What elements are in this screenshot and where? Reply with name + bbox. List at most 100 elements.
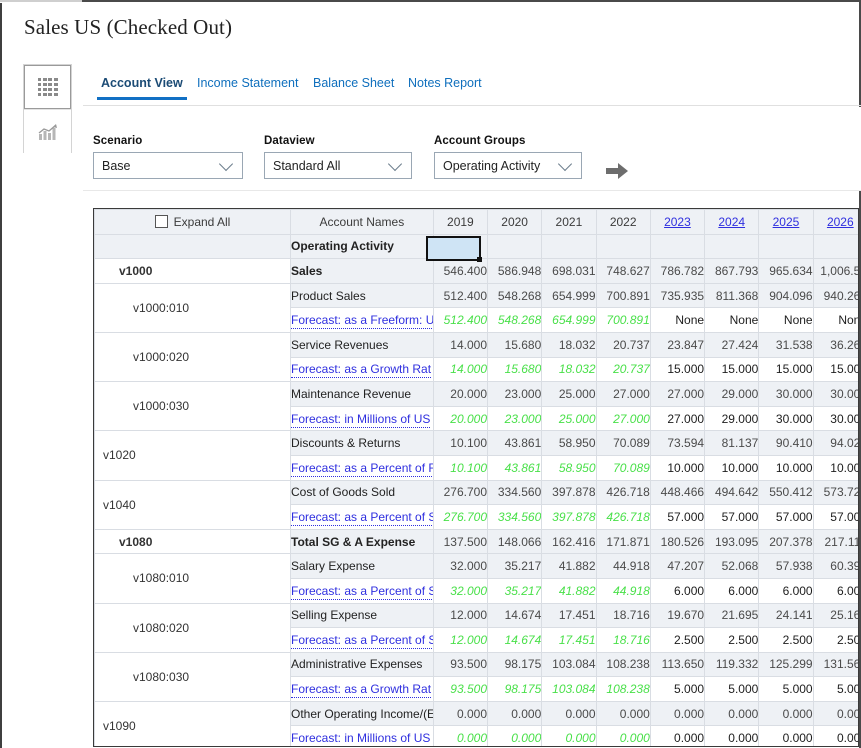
cell-2023[interactable]: 0.000 [649, 700, 706, 727]
year-header-2019[interactable]: 2019 [432, 209, 489, 235]
forecast-cell-2019[interactable]: 12.000 [432, 627, 489, 653]
cell-2020[interactable] [486, 233, 543, 260]
cell-2026[interactable] [812, 233, 858, 260]
forecast-cell-2025[interactable]: 5.000 [758, 676, 814, 702]
cell-2021[interactable]: 18.032 [541, 331, 597, 358]
forecast-cell-2025[interactable]: 6.000 [758, 577, 814, 604]
forecast-cell-2020[interactable]: 43.861 [486, 454, 543, 481]
cell-2021[interactable]: 0.000 [541, 700, 597, 727]
forecast-cell-2020[interactable]: 35.217 [486, 577, 543, 604]
cell-2021[interactable]: 25.000 [541, 381, 597, 407]
cell-2023[interactable]: 27.000 [649, 381, 706, 407]
forecast-method-link[interactable]: Forecast: as a Freeform: U [291, 313, 433, 330]
forecast-cell-2026[interactable]: None [812, 307, 858, 333]
cell-2022[interactable]: 700.891 [595, 282, 651, 309]
cell-2020[interactable]: 23.000 [486, 381, 543, 407]
cell-2024[interactable]: 867.793 [704, 258, 760, 284]
cell-2020[interactable]: 334.560 [486, 479, 543, 506]
cell-2021[interactable]: 654.999 [541, 282, 597, 309]
forecast-cell-2026[interactable]: 57.000 [812, 504, 858, 530]
cell-2021[interactable]: 17.451 [541, 602, 597, 629]
cell-2019[interactable]: 12.000 [432, 602, 489, 629]
forecast-cell-2021[interactable]: 397.878 [541, 504, 597, 530]
forecast-cell-2022[interactable]: 0.000 [595, 725, 651, 746]
forecast-cell-2023[interactable]: 15.000 [649, 356, 706, 383]
cell-2021[interactable]: 58.950 [541, 430, 597, 456]
cell-2025[interactable]: 31.538 [758, 331, 814, 358]
cell-2025[interactable]: 57.938 [758, 553, 814, 579]
forecast-cell-2020[interactable]: 0.000 [486, 725, 543, 746]
cell-2019[interactable]: 512.400 [432, 282, 489, 309]
cell-2019[interactable]: 14.000 [432, 331, 489, 358]
cell-2021[interactable]: 162.416 [541, 528, 597, 555]
forecast-cell-2025[interactable]: 57.000 [758, 504, 814, 530]
cell-2023[interactable]: 19.670 [649, 602, 706, 629]
account-names-header[interactable]: Account Names [290, 209, 434, 235]
forecast-method-link[interactable]: Forecast: as a Percent of S [291, 509, 433, 526]
scenario-dropdown[interactable]: Base [93, 152, 243, 179]
forecast-method-link[interactable]: Forecast: as a Growth Rat [291, 682, 432, 699]
forecast-method-link[interactable]: Forecast: in Millions of US [291, 731, 431, 746]
cell-2020[interactable]: 548.268 [486, 282, 543, 309]
cell-2022[interactable]: 0.000 [595, 700, 651, 727]
cell-2025[interactable]: 207.378 [758, 528, 814, 555]
forecast-cell-2023[interactable]: 6.000 [649, 577, 706, 604]
forecast-cell-2024[interactable]: 10.000 [704, 454, 760, 481]
table-row[interactable]: v1000 Sales 546.400 586.948 698.031 748.627 78… [94, 258, 858, 284]
forecast-cell-2019[interactable]: 0.000 [432, 725, 489, 746]
forecast-method-cell[interactable]: Forecast: as a Percent of S [290, 627, 434, 653]
forecast-cell-2024[interactable]: 2.500 [704, 627, 760, 653]
cell-2026[interactable]: 217.119 [812, 528, 858, 555]
cell-2020[interactable]: 35.217 [486, 553, 543, 579]
forecast-method-link[interactable]: Forecast: in Millions of US [291, 411, 431, 428]
cell-2019[interactable]: 20.000 [432, 381, 489, 407]
forecast-cell-2024[interactable]: 0.000 [704, 725, 760, 746]
cell-2026[interactable]: 36.269 [812, 331, 858, 358]
forecast-method-link[interactable]: Forecast: as a Percent of S [291, 632, 433, 649]
cell-2023[interactable]: 73.594 [649, 430, 706, 456]
apply-button[interactable] [606, 162, 630, 183]
cell-2024[interactable]: 119.332 [704, 651, 760, 678]
cell-2022[interactable]: 20.737 [595, 331, 651, 358]
cell-2024[interactable]: 193.095 [704, 528, 760, 555]
forecast-cell-2019[interactable]: 512.400 [432, 307, 489, 333]
cell-2021[interactable]: 103.084 [541, 651, 597, 678]
cell-2023[interactable]: 113.650 [649, 651, 706, 678]
forecast-cell-2019[interactable]: 276.700 [432, 504, 489, 530]
cell-2024[interactable]: 29.000 [704, 381, 760, 407]
forecast-cell-2026[interactable]: 30.000 [812, 405, 858, 432]
cell-2023[interactable]: 735.935 [649, 282, 706, 309]
forecast-cell-2022[interactable]: 27.000 [595, 405, 651, 432]
cell-2026[interactable]: 0.000 [812, 700, 858, 727]
cell-2019[interactable]: 137.500 [432, 528, 489, 555]
forecast-cell-2024[interactable]: 5.000 [704, 676, 760, 702]
cell-2022[interactable]: 27.000 [595, 381, 651, 407]
table-row[interactable]: v1020 Discounts & Returns 10.100 43.861 58.9… [94, 430, 858, 481]
forecast-cell-2026[interactable]: 2.500 [812, 627, 858, 653]
cell-2025[interactable]: 904.096 [758, 282, 814, 309]
table-row[interactable]: v1000:030 Maintenance Revenue 20.000 23.000… [94, 381, 858, 432]
tab-income-statement[interactable]: Income Statement [197, 76, 298, 90]
cell-2025[interactable]: 550.412 [758, 479, 814, 506]
cell-2019[interactable]: 10.100 [432, 430, 489, 456]
cell-2020[interactable]: 43.861 [486, 430, 543, 456]
cell-2026[interactable]: 30.000 [812, 381, 858, 407]
tab-account-view[interactable]: Account View [97, 76, 187, 100]
cell-2026[interactable]: 60.392 [812, 553, 858, 579]
cell-2024[interactable]: 0.000 [704, 700, 760, 727]
forecast-cell-2019[interactable]: 93.500 [432, 676, 489, 702]
cell-2026[interactable]: 573.721 [812, 479, 858, 506]
expand-all-checkbox[interactable] [154, 215, 168, 229]
cell-2023[interactable]: 47.207 [649, 553, 706, 579]
cell-2020[interactable]: 15.680 [486, 331, 543, 358]
cell-2019[interactable]: 276.700 [432, 479, 489, 506]
cell-2022[interactable]: 171.871 [595, 528, 651, 555]
grid-view-button[interactable] [24, 65, 71, 109]
cell-2023[interactable]: 448.466 [649, 479, 706, 506]
year-header-2020[interactable]: 2020 [486, 209, 543, 235]
cell-2026[interactable]: 940.260 [812, 282, 858, 309]
forecast-cell-2020[interactable]: 23.000 [486, 405, 543, 432]
forecast-cell-2026[interactable]: 0.000 [812, 725, 858, 746]
forecast-cell-2019[interactable]: 10.100 [432, 454, 489, 481]
cell-2025[interactable]: 24.141 [758, 602, 814, 629]
